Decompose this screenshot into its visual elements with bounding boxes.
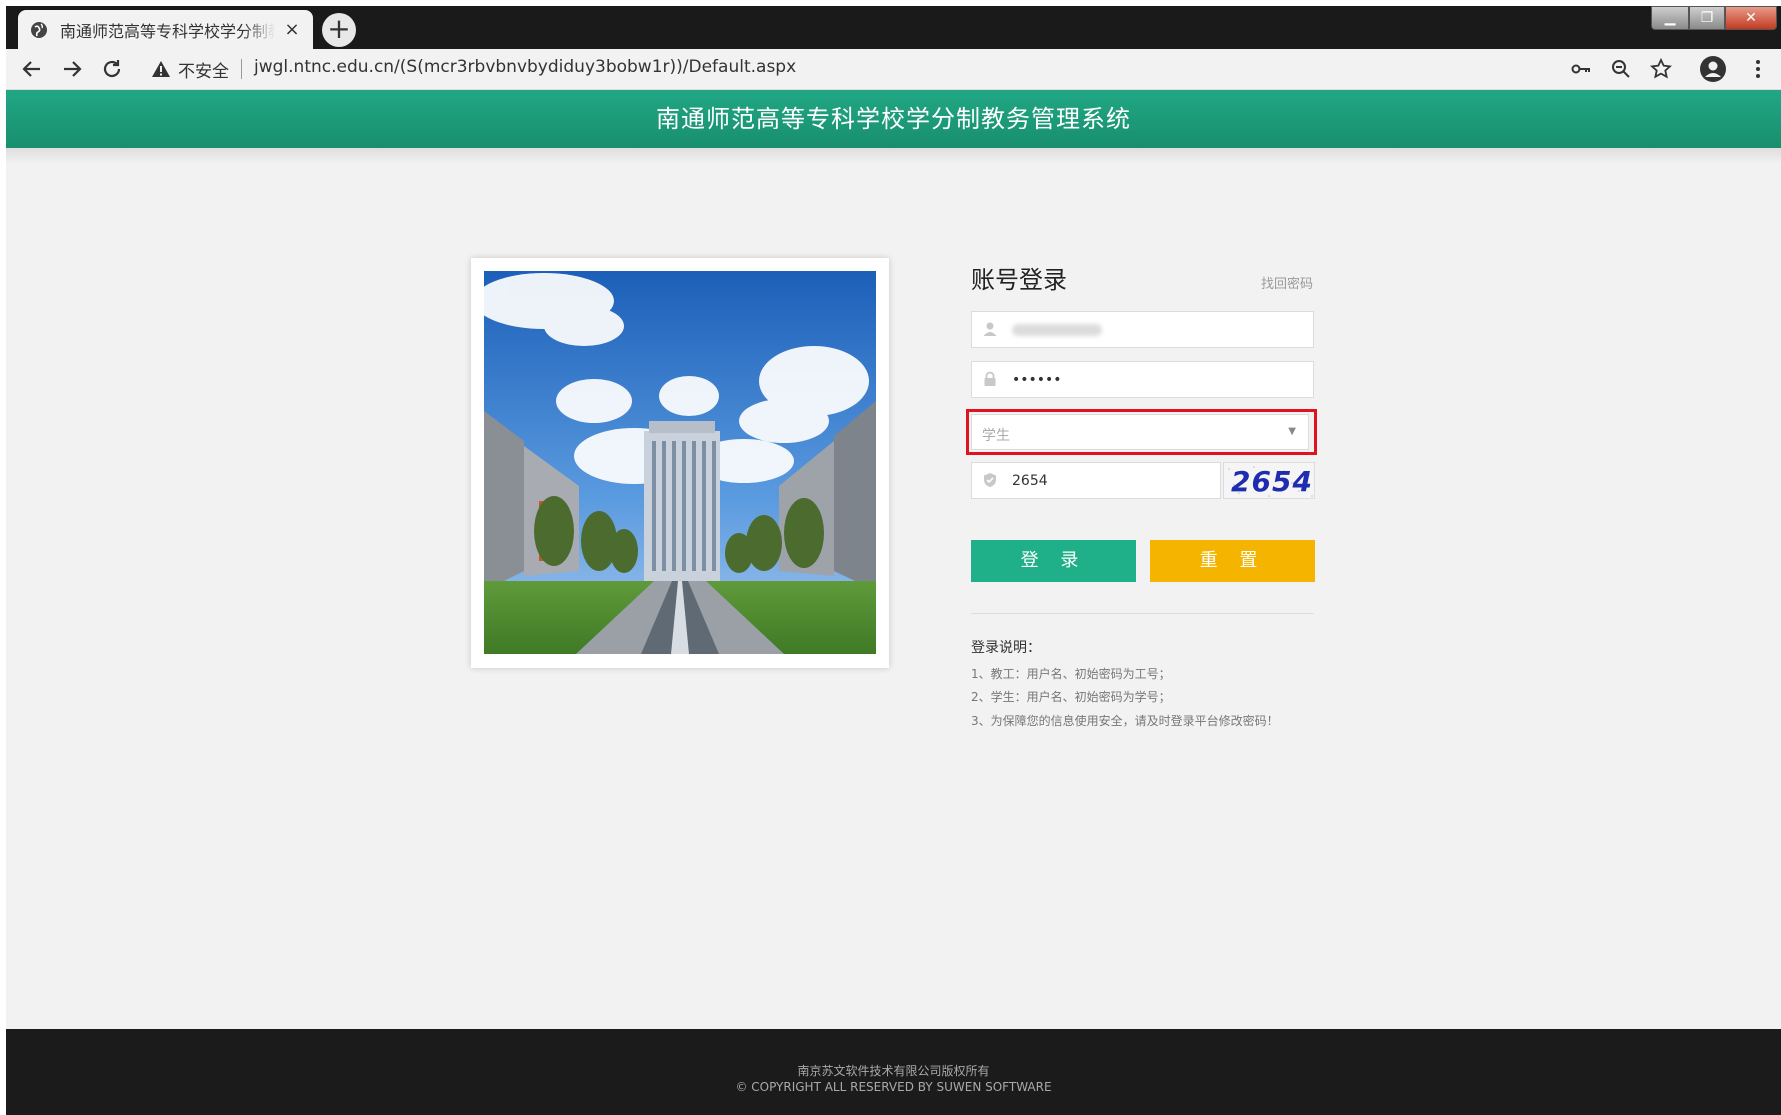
username-field[interactable] [971,311,1314,348]
campus-photo [484,271,876,654]
forward-arrow-icon [64,61,82,77]
reload-button[interactable] [100,57,124,81]
close-window-button[interactable]: ✕ [1725,6,1777,30]
shield-icon [984,473,996,487]
address-separator [241,59,242,79]
divider [971,613,1314,614]
find-password-link[interactable]: 找回密码 [1261,273,1313,292]
password-input[interactable] [1012,362,1292,397]
star-icon [1650,57,1672,79]
security-label[interactable]: 不安全 [178,57,229,82]
footer-copyright-cn: 南京苏文软件技术有限公司版权所有 [797,1064,990,1078]
footer-copyright-en: © COPYRIGHT ALL RESERVED BY SUWEN SOFTWA… [735,1080,1052,1094]
title-bar: 南通师范高等专科学校学分制教务管理系统 × + ▁ ❐ ✕ [6,6,1781,49]
login-notes-title: 登录说明： [971,640,1041,656]
browser-window: 南通师范高等专科学校学分制教务管理系统 × + ▁ ❐ ✕ 不安全 jwgl.n… [6,6,1781,1115]
profile-button[interactable] [1699,55,1727,83]
header-shadow [6,148,1781,164]
zoom-icon [1612,60,1630,78]
menu-icon [1756,60,1760,78]
highlight-box [966,409,1317,455]
captcha-text: 2654 [1231,465,1313,498]
back-button[interactable] [20,57,44,81]
tab-title: 南通师范高等专科学校学分制教务管理系统 [60,21,275,41]
login-note: 3、为保障您的信息使用安全，请及时登录平台修改密码！ [971,714,1279,728]
login-title: 账号登录 [971,266,1067,294]
campus-photo-frame [471,258,889,668]
reload-icon [103,60,121,78]
login-button[interactable]: 登 录 [971,540,1136,582]
profile-icon [1700,56,1726,82]
new-tab-button[interactable]: + [322,13,356,47]
site-header: 南通师范高等专科学校学分制教务管理系统 [6,90,1781,148]
password-key-button[interactable] [1569,57,1593,81]
tab-close-button[interactable]: × [283,19,301,40]
login-note: 1、教工：用户名、初始密码为工号； [971,667,1171,681]
captcha-image[interactable]: 2654 [1223,462,1315,499]
reset-button[interactable]: 重 置 [1150,540,1315,582]
minimize-button[interactable]: ▁ [1651,6,1689,30]
warning-icon[interactable] [151,59,171,79]
username-value-redacted [1012,324,1102,336]
user-icon [983,322,997,336]
maximize-button[interactable]: ❐ [1689,6,1725,30]
password-field[interactable] [971,361,1314,398]
globe-icon [31,21,47,38]
login-note: 2、学生：用户名、初始密码为学号； [971,690,1171,704]
address-bar[interactable]: jwgl.ntnc.edu.cn/(S(mcr3rbvbnvbydiduy3bo… [254,57,796,77]
lock-icon [984,371,996,386]
menu-button[interactable] [1746,57,1770,81]
browser-toolbar: 不安全 jwgl.ntnc.edu.cn/(S(mcr3rbvbnvbydidu… [6,49,1781,90]
page-footer: 南京苏文软件技术有限公司版权所有 © COPYRIGHT ALL RESERVE… [6,1029,1781,1115]
browser-tab[interactable]: 南通师范高等专科学校学分制教务管理系统 × [18,10,313,49]
bookmark-button[interactable] [1649,57,1673,81]
zoom-button[interactable] [1609,57,1633,81]
forward-button[interactable] [60,57,84,81]
captcha-field[interactable] [971,462,1292,499]
back-arrow-icon [22,61,40,77]
key-icon [1571,64,1590,74]
